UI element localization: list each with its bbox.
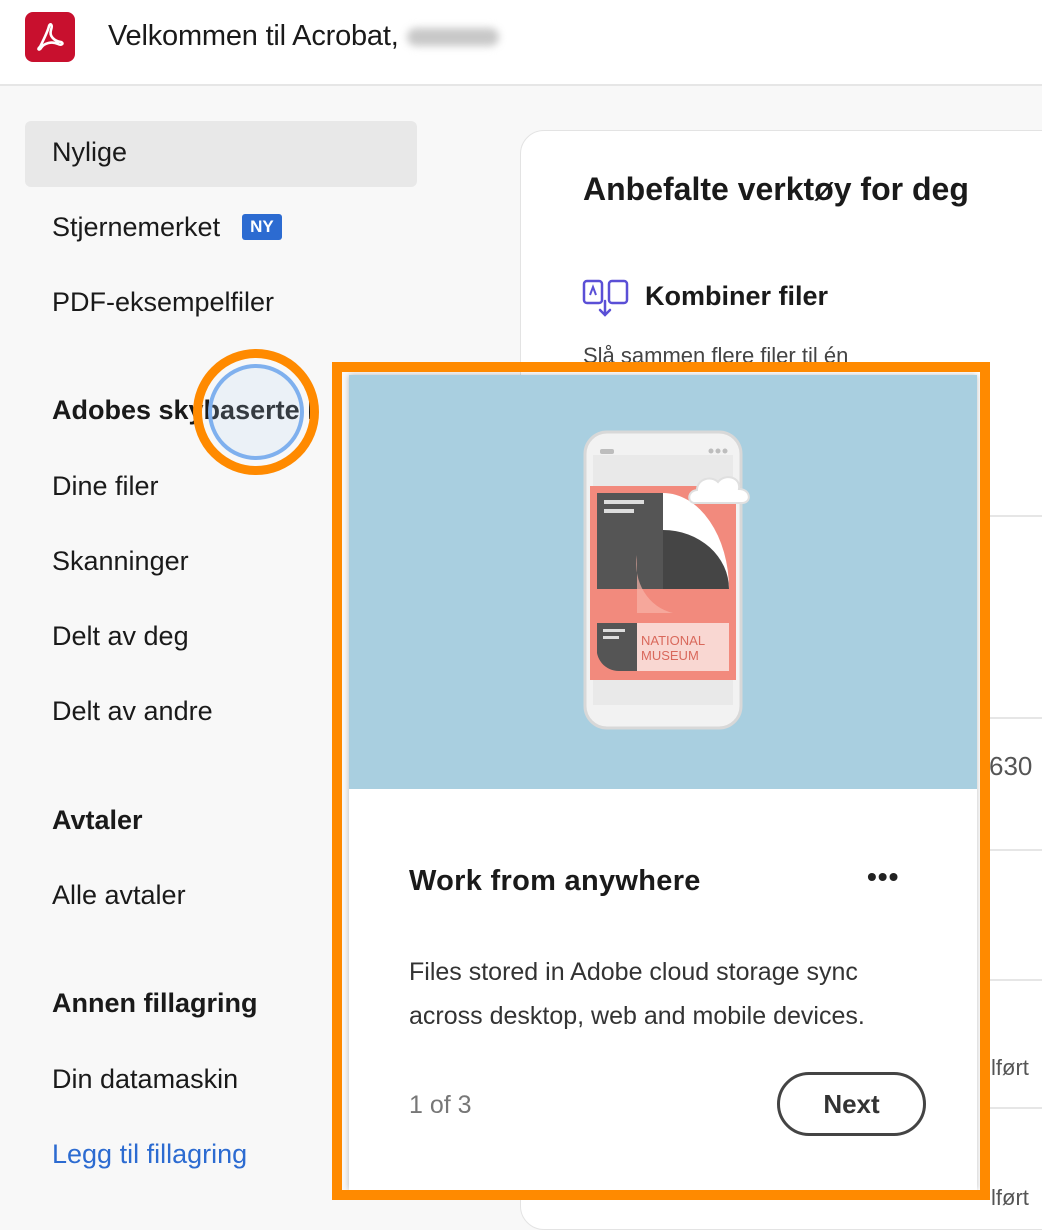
peek-status: lført <box>991 1185 1029 1210</box>
divider <box>983 1107 1042 1109</box>
divider <box>983 515 1042 517</box>
divider <box>983 717 1042 719</box>
divider <box>983 979 1042 981</box>
divider <box>983 849 1042 851</box>
sidebar-item-recent[interactable]: Nylige <box>52 137 127 168</box>
new-badge: NY <box>242 213 282 240</box>
tool-name[interactable]: Kombiner filer <box>645 281 828 312</box>
sidebar-item-shared-by-you[interactable]: Delt av deg <box>52 621 189 652</box>
sidebar-item-your-files[interactable]: Dine filer <box>52 471 159 502</box>
add-file-storage-link[interactable]: Legg til fillagring <box>52 1139 247 1170</box>
section-heading-agreements: Avtaler <box>52 805 143 835</box>
app-header: Velkommen til Acrobat, <box>0 0 1042 86</box>
peek-value: 630 <box>989 751 1033 781</box>
sidebar-item-your-computer[interactable]: Din datamaskin <box>52 1064 238 1095</box>
sidebar-item-label: Stjernemerket <box>52 212 221 242</box>
welcome-text: Velkommen til Acrobat, <box>108 20 399 52</box>
welcome-title: Velkommen til Acrobat, <box>108 20 499 53</box>
sidebar-item-all-agreements[interactable]: Alle avtaler <box>52 880 186 911</box>
user-name-blurred <box>406 28 499 47</box>
focus-highlight-ring <box>193 349 319 475</box>
sidebar-item-shared-by-others[interactable]: Delt av andre <box>52 696 213 727</box>
panel-title: Anbefalte verktøy for deg <box>583 171 969 207</box>
combine-files-icon <box>581 277 631 321</box>
sidebar-item-starred[interactable]: Stjernemerket NY <box>52 212 282 243</box>
coachmark-highlight-frame <box>332 362 990 1200</box>
sidebar-item-sample-pdfs[interactable]: PDF-eksempelfiler <box>52 287 274 318</box>
section-heading-other-storage: Annen fillagring <box>52 988 258 1018</box>
peek-status: lført <box>991 1055 1029 1080</box>
acrobat-logo-icon <box>25 12 75 62</box>
sidebar-item-scans[interactable]: Skanninger <box>52 546 189 577</box>
